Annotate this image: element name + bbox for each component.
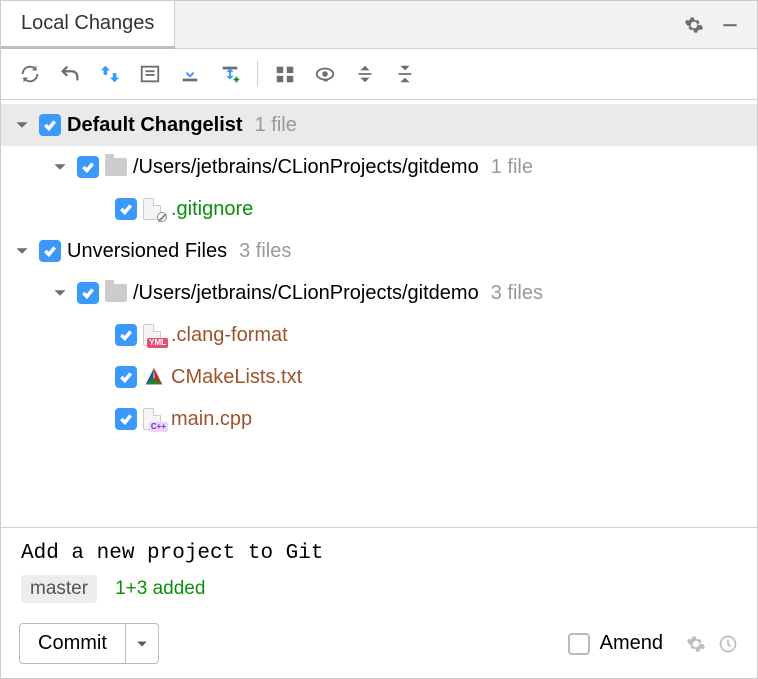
file-name: .clang-format	[171, 324, 288, 347]
gear-icon[interactable]	[685, 633, 707, 655]
shelve-icon[interactable]	[173, 57, 207, 91]
file-node[interactable]: C++ main.cpp	[1, 398, 757, 440]
toolbar	[1, 49, 757, 100]
chevron-down-icon[interactable]	[49, 282, 71, 304]
checkbox[interactable]	[39, 114, 61, 136]
folder-icon	[105, 282, 127, 304]
checkbox[interactable]	[39, 240, 61, 262]
tab-bar: Local Changes	[1, 1, 757, 49]
rollback-icon[interactable]	[53, 57, 87, 91]
file-icon	[143, 198, 165, 220]
status-added: 1+3 added	[115, 578, 205, 600]
amend-label: Amend	[600, 632, 663, 655]
diff-icon[interactable]	[93, 57, 127, 91]
changes-tree: Default Changelist 1 file /Users/jetbrai…	[1, 100, 757, 527]
minimize-icon[interactable]	[719, 14, 741, 36]
file-count: 1 file	[491, 156, 533, 179]
file-node[interactable]: YML .clang-format	[1, 314, 757, 356]
commit-button-label: Commit	[20, 624, 125, 663]
yml-file-icon: YML	[143, 324, 165, 346]
commit-button[interactable]: Commit	[19, 623, 159, 664]
gear-icon[interactable]	[683, 14, 705, 36]
group-icon[interactable]	[268, 57, 302, 91]
folder-node[interactable]: /Users/jetbrains/CLionProjects/gitdemo 1…	[1, 146, 757, 188]
unversioned-label: Unversioned Files	[67, 240, 227, 263]
chevron-down-icon[interactable]	[49, 156, 71, 178]
folder-path: /Users/jetbrains/CLionProjects/gitdemo	[133, 282, 479, 305]
checkbox[interactable]	[77, 156, 99, 178]
history-icon[interactable]	[717, 633, 739, 655]
file-count: 3 files	[239, 240, 291, 263]
commit-dropdown-icon[interactable]	[125, 624, 158, 663]
file-count: 3 files	[491, 282, 543, 305]
cpp-file-icon: C++	[143, 408, 165, 430]
file-name: CMakeLists.txt	[171, 366, 302, 389]
folder-icon	[105, 156, 127, 178]
file-node[interactable]: CMakeLists.txt	[1, 356, 757, 398]
preview-icon[interactable]	[308, 57, 342, 91]
commit-message-input[interactable]: Add a new project to Git	[1, 528, 757, 571]
folder-node[interactable]: /Users/jetbrains/CLionProjects/gitdemo 3…	[1, 272, 757, 314]
file-node[interactable]: .gitignore	[1, 188, 757, 230]
file-name: main.cpp	[171, 408, 252, 431]
file-count: 1 file	[255, 114, 297, 137]
collapse-icon[interactable]	[388, 57, 422, 91]
chevron-down-icon[interactable]	[11, 114, 33, 136]
checkbox[interactable]	[115, 324, 137, 346]
changelist-icon[interactable]	[133, 57, 167, 91]
refresh-icon[interactable]	[13, 57, 47, 91]
unshelve-icon[interactable]	[213, 57, 247, 91]
cmake-file-icon	[143, 366, 165, 388]
folder-path: /Users/jetbrains/CLionProjects/gitdemo	[133, 156, 479, 179]
branch-label: master	[21, 575, 97, 603]
checkbox[interactable]	[115, 366, 137, 388]
changelist-label: Default Changelist	[67, 114, 243, 137]
expand-icon[interactable]	[348, 57, 382, 91]
tab-local-changes[interactable]: Local Changes	[1, 1, 175, 49]
file-name: .gitignore	[171, 198, 253, 221]
checkbox[interactable]	[77, 282, 99, 304]
changelist-node[interactable]: Default Changelist 1 file	[1, 104, 757, 146]
unversioned-node[interactable]: Unversioned Files 3 files	[1, 230, 757, 272]
checkbox[interactable]	[115, 408, 137, 430]
checkbox[interactable]	[115, 198, 137, 220]
commit-panel: Add a new project to Git master 1+3 adde…	[1, 527, 757, 678]
amend-checkbox[interactable]	[568, 633, 590, 655]
chevron-down-icon[interactable]	[11, 240, 33, 262]
